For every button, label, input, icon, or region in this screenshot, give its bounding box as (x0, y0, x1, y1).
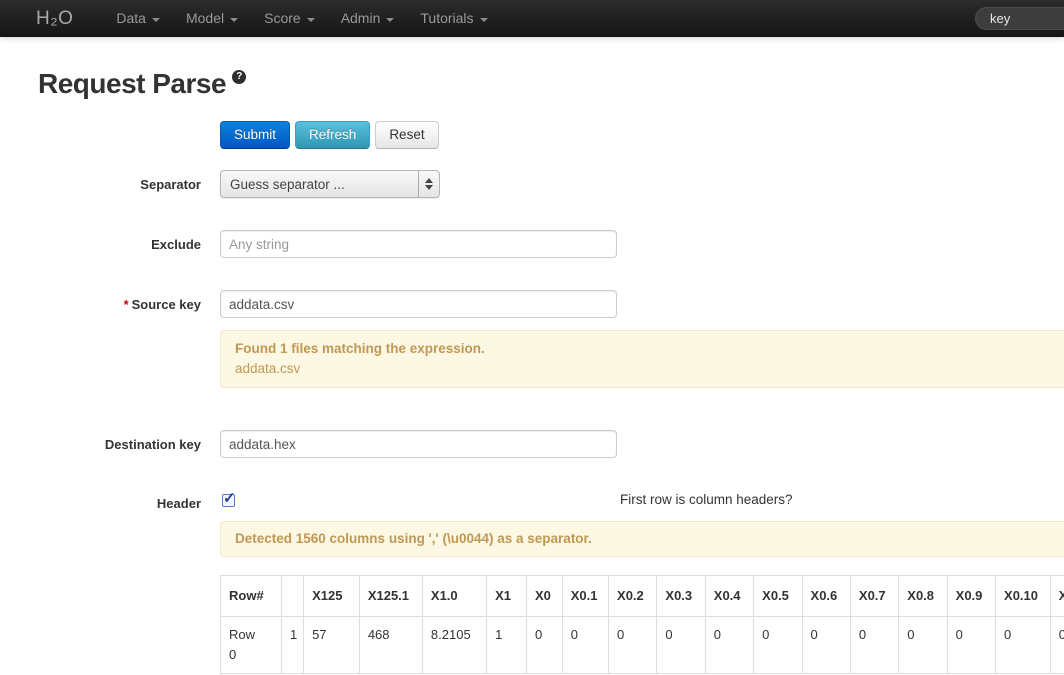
column-header: X0.9 (947, 576, 995, 617)
table-row: Row 01574688.21051000000000000 (221, 617, 1064, 674)
table-cell: 57 (304, 617, 360, 674)
table-cell: 0 (527, 617, 563, 674)
column-header: X1 (487, 576, 527, 617)
key-search-input[interactable] (975, 7, 1064, 30)
chevron-down-icon (386, 18, 394, 22)
table-body: Row 01574688.21051000000000000 (221, 617, 1064, 674)
files-found-alert: Found 1 files matching the expression. a… (220, 330, 1064, 388)
reset-button[interactable]: Reset (375, 121, 438, 149)
table-cell: 0 (850, 617, 898, 674)
header-hint: First row is column headers? (620, 492, 793, 507)
refresh-button[interactable]: Refresh (295, 121, 370, 149)
table-cell: 0 (996, 617, 1051, 674)
nav-item-admin[interactable]: Admin (328, 0, 408, 37)
nav-menu: Data Model Score Admin Tutorials (103, 0, 500, 37)
destination-key-input[interactable] (220, 430, 617, 458)
table-header: Row#X125X125.1X1.0X1X0X0.1X0.2X0.3X0.4X0… (221, 576, 1064, 617)
column-header: X0.1 (562, 576, 608, 617)
table-cell: 0 (947, 617, 995, 674)
column-header: X0.4 (705, 576, 753, 617)
nav-item-score[interactable]: Score (251, 0, 328, 37)
exclude-label: Exclude (0, 236, 201, 254)
column-header: X0.3 (657, 576, 705, 617)
table-header-row: Row#X125X125.1X1.0X1X0X0.1X0.2X0.3X0.4X0… (221, 576, 1064, 617)
select-arrows-icon (418, 171, 439, 197)
column-header (282, 576, 304, 617)
h2o-logo[interactable]: H₂O (0, 8, 73, 30)
table-cell: 468 (359, 617, 422, 674)
table-cell: 0 (609, 617, 657, 674)
table-cell: 8.2105 (422, 617, 486, 674)
submit-button[interactable]: Submit (220, 121, 290, 149)
nav-item-model[interactable]: Model (173, 0, 251, 37)
column-header: X1.0 (422, 576, 486, 617)
column-header: X0 (527, 576, 563, 617)
files-found-alert-title: Found 1 files matching the expression. (235, 341, 485, 356)
parse-preview-table: Row#X125X125.1X1.0X1X0X0.1X0.2X0.3X0.4X0… (220, 575, 1064, 674)
navbar: H₂O Data Model Score Admin Tutorials (0, 0, 1064, 37)
header-label: Header (0, 495, 201, 513)
nav-item-data[interactable]: Data (103, 0, 173, 37)
source-key-input[interactable] (220, 290, 617, 318)
column-header: X0.5 (754, 576, 802, 617)
column-header: X125 (304, 576, 360, 617)
separator-select-value: Guess separator ... (221, 177, 418, 192)
chevron-down-icon (480, 18, 488, 22)
table-cell: 0 (802, 617, 850, 674)
nav-item-tutorials[interactable]: Tutorials (407, 0, 500, 37)
source-key-label: *Source key (0, 296, 201, 314)
header-checkbox[interactable] (222, 494, 235, 507)
chevron-down-icon (152, 18, 160, 22)
table-cell: 0 (1050, 617, 1064, 674)
help-icon[interactable]: ? (232, 70, 246, 84)
separator-label: Separator (0, 176, 201, 194)
column-header: X0.10 (996, 576, 1051, 617)
table-cell: 0 (657, 617, 705, 674)
column-header: Row# (221, 576, 282, 617)
columns-detected-alert-text: Detected 1560 columns using ',' (\u0044)… (235, 531, 592, 546)
table-cell: 0 (705, 617, 753, 674)
form-actions: Submit Refresh Reset (220, 121, 439, 149)
chevron-down-icon (307, 18, 315, 22)
column-header: X0.2 (609, 576, 657, 617)
exclude-input[interactable] (220, 230, 617, 258)
column-header: X0.8 (899, 576, 947, 617)
destination-key-label: Destination key (0, 436, 201, 454)
table-cell: 1 (487, 617, 527, 674)
table-cell: 0 (754, 617, 802, 674)
table-cell: 0 (562, 617, 608, 674)
column-header: X125.1 (359, 576, 422, 617)
column-header: X0.7 (850, 576, 898, 617)
table-cell: Row 0 (221, 617, 282, 674)
column-header: X0.6 (802, 576, 850, 617)
parse-preview-table-wrap: Row#X125X125.1X1.0X1X0X0.1X0.2X0.3X0.4X0… (220, 575, 1064, 675)
page-title: Request Parse? (38, 68, 246, 100)
chevron-down-icon (230, 18, 238, 22)
column-header: X0.11 (1050, 576, 1064, 617)
required-marker: * (124, 297, 129, 312)
table-cell: 1 (282, 617, 304, 674)
separator-select[interactable]: Guess separator ... (220, 170, 440, 198)
files-found-alert-file: addata.csv (235, 359, 1064, 379)
columns-detected-alert: Detected 1560 columns using ',' (\u0044)… (220, 521, 1064, 557)
table-cell: 0 (899, 617, 947, 674)
